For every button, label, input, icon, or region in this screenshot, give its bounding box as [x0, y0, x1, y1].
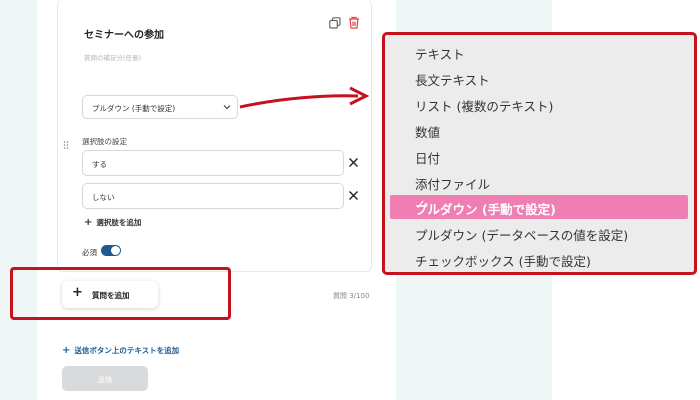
- dropdown-option[interactable]: 数値: [385, 118, 694, 142]
- submit-label: 送信: [97, 375, 113, 384]
- option-label: 日付: [415, 151, 441, 166]
- close-icon[interactable]: [348, 157, 359, 168]
- chevron-down-icon: [223, 105, 231, 110]
- dropdown-option[interactable]: 長文テキスト: [385, 66, 694, 90]
- question-type-dropdown: テキスト 長文テキスト リスト (複数のテキスト) 数値 日付 添付ファイル ✓…: [382, 32, 697, 275]
- annotation-arrow-icon: [239, 86, 370, 109]
- option-input[interactable]: しない: [82, 183, 344, 209]
- required-toggle[interactable]: [101, 245, 121, 256]
- option-label: 長文テキスト: [415, 73, 490, 88]
- option-label: プルダウン (手動で設定): [415, 202, 556, 217]
- option-input[interactable]: する: [82, 150, 344, 176]
- option-value: しない: [92, 193, 115, 202]
- dropdown-option-selected[interactable]: ✓ プルダウン (手動で設定): [390, 195, 688, 219]
- dropdown-option[interactable]: テキスト: [385, 40, 694, 64]
- dropdown-option[interactable]: リスト (複数のテキスト): [385, 92, 694, 116]
- plus-icon: +: [62, 345, 71, 356]
- question-type-select[interactable]: プルダウン (手動で設定): [82, 95, 238, 119]
- duplicate-icon[interactable]: [329, 17, 341, 29]
- option-label: チェックボックス (手動で設定): [415, 254, 591, 269]
- description-field[interactable]: 質問の補足分(任意): [84, 52, 141, 62]
- dropdown-option[interactable]: 添付ファイル: [385, 170, 694, 194]
- add-option-button[interactable]: + 選択肢を追加: [84, 217, 141, 228]
- required-label: 必須: [82, 248, 97, 257]
- toggle-knob: [111, 246, 120, 255]
- question-type-value: プルダウン (手動で設定): [92, 104, 176, 113]
- drag-handle-icon[interactable]: [63, 141, 69, 149]
- question-title[interactable]: セミナーへの参加: [84, 26, 164, 41]
- option-label: リスト (複数のテキスト): [415, 99, 554, 114]
- option-label: プルダウン (データベースの値を設定): [415, 228, 629, 243]
- dropdown-option[interactable]: チェックボックス (手動で設定): [385, 247, 694, 271]
- option-label: テキスト: [415, 47, 465, 62]
- option-value: する: [92, 160, 107, 169]
- question-count: 質問 3/100: [333, 292, 370, 300]
- option-label: 数値: [415, 125, 441, 140]
- add-option-label: 選択肢を追加: [96, 218, 142, 227]
- plus-icon: +: [84, 217, 93, 228]
- add-submit-text-link[interactable]: + 送信ボタン上のテキストを追加: [62, 345, 179, 356]
- page-margin-left: [0, 0, 37, 400]
- option-label: 添付ファイル: [415, 177, 491, 192]
- annotation-highlight-box: [10, 267, 231, 320]
- close-icon[interactable]: [348, 190, 359, 201]
- add-submit-text-label: 送信ボタン上のテキストを追加: [74, 346, 180, 355]
- dropdown-option[interactable]: プルダウン (データベースの値を設定): [385, 221, 694, 245]
- options-heading: 選択肢の設定: [82, 137, 127, 146]
- trash-icon[interactable]: [348, 16, 360, 29]
- dropdown-option[interactable]: 日付: [385, 144, 694, 168]
- submit-button[interactable]: 送信: [62, 366, 148, 391]
